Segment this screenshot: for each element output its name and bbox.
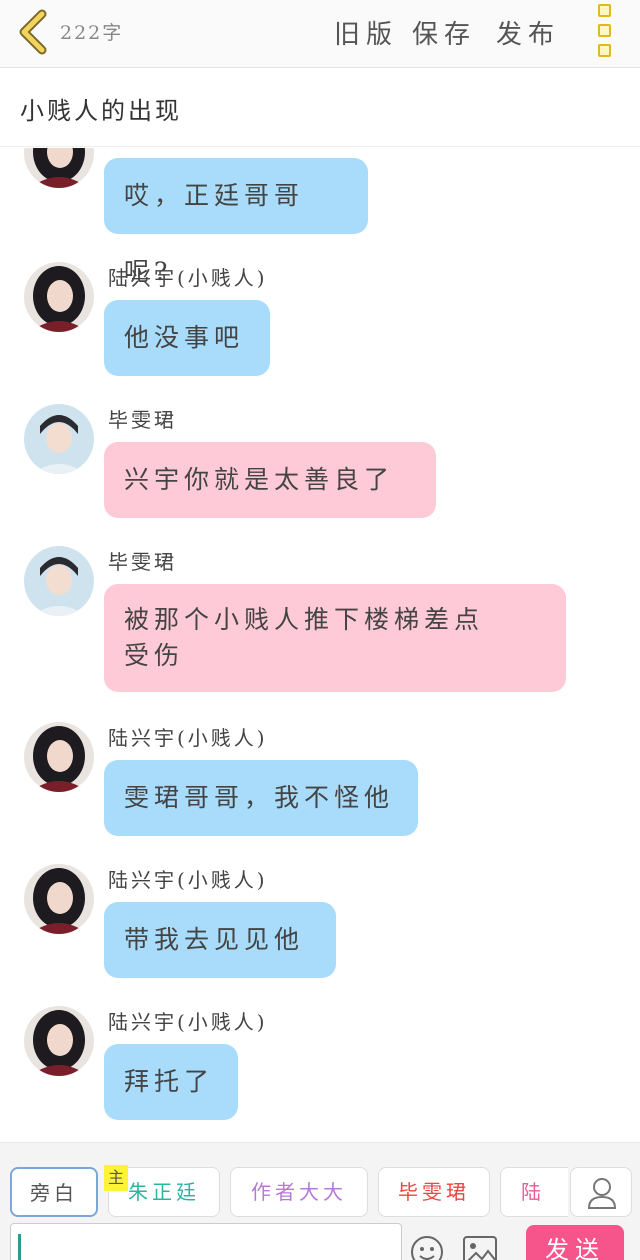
message-bubble[interactable]: 被那个小贱人推下楼梯差点 受伤	[104, 584, 566, 692]
save-button[interactable]: 保存	[412, 14, 476, 51]
publish-button[interactable]: 发布	[496, 14, 560, 51]
avatar-girl[interactable]	[24, 864, 94, 934]
avatar-boy-icon	[24, 546, 94, 616]
message-input[interactable]	[10, 1223, 402, 1260]
role-tab-bi-wenjun[interactable]: 毕雯珺	[378, 1167, 490, 1217]
menu-dot-icon	[598, 44, 611, 57]
avatar-girl-icon	[24, 864, 94, 934]
old-version-button[interactable]: 旧版	[334, 14, 398, 51]
sender-name: 陆兴宇(小贱人)	[108, 868, 268, 892]
avatar-girl-icon	[24, 1006, 94, 1076]
avatar-boy[interactable]	[24, 404, 94, 474]
message-bubble[interactable]: 他没事吧	[104, 300, 270, 376]
role-tab-label: 陆兴	[521, 1180, 545, 1204]
text-caret	[18, 1234, 21, 1260]
more-menu-button[interactable]	[590, 4, 620, 60]
role-tab-label: 旁白	[30, 1181, 78, 1205]
role-tab-narrator[interactable]: 旁白	[10, 1167, 98, 1217]
avatar-girl[interactable]	[24, 262, 94, 332]
chapter-title-bar[interactable]: 小贱人的出现	[0, 69, 640, 147]
message-bubble[interactable]: 兴宇你就是太善良了	[104, 442, 436, 518]
sender-name: 毕雯珺	[108, 408, 177, 432]
message-text: 他没事吧	[124, 323, 245, 352]
message-text: 兴宇你就是太善良了	[124, 465, 395, 494]
message-text-line-1: 被那个小贱人推下楼梯差点	[124, 605, 485, 634]
avatar-girl-icon	[24, 262, 94, 332]
sender-name: 陆兴宇(小贱人)	[108, 266, 268, 290]
manage-roles-button[interactable]	[570, 1167, 632, 1217]
main-role-badge: 主	[104, 1165, 128, 1191]
sender-name: 毕雯珺	[108, 550, 177, 574]
avatar-girl-icon	[24, 722, 94, 792]
avatar-girl[interactable]	[24, 148, 94, 188]
word-count: 222字	[60, 22, 124, 44]
sender-name: 陆兴宇(小贱人)	[108, 1010, 268, 1034]
sender-name: 陆兴宇(小贱人)	[108, 726, 268, 750]
role-tab-lu-xingyu[interactable]: 陆兴	[500, 1167, 568, 1217]
chapter-title[interactable]: 小贱人的出现	[20, 91, 182, 126]
avatar-girl-icon	[24, 148, 94, 188]
message-text: 带我去见见他	[124, 925, 305, 954]
role-tab-label: 作者大大	[251, 1180, 347, 1204]
emoji-button[interactable]	[410, 1235, 444, 1260]
avatar-girl[interactable]	[24, 1006, 94, 1076]
send-button[interactable]: 发送	[526, 1225, 624, 1260]
role-tab-label: 毕雯珺	[398, 1180, 470, 1204]
menu-dot-icon	[598, 4, 611, 17]
avatar-boy[interactable]	[24, 546, 94, 616]
message-text: 拜托了	[124, 1067, 215, 1096]
back-button[interactable]	[14, 8, 54, 56]
chevron-left-icon	[19, 9, 47, 55]
message-bubble[interactable]: 哎，正廷哥哥呢?	[104, 158, 368, 286]
message-bubble[interactable]: 雯珺哥哥，我不怪他	[104, 760, 418, 836]
insert-image-button[interactable]	[462, 1235, 498, 1260]
chat-list[interactable]: 哎，正廷哥哥呢? 陆兴宇(小贱人) 他没事吧 毕雯珺 兴宇你就是太善良了 毕雯珺…	[0, 148, 640, 1142]
message-bubble[interactable]: 拜托了	[104, 1044, 238, 1120]
image-icon	[463, 1236, 497, 1260]
send-button-label: 发送	[545, 1236, 605, 1260]
message-text-line-2: 受伤	[124, 641, 185, 670]
message-text: 雯珺哥哥，我不怪他	[124, 783, 395, 812]
person-icon	[587, 1178, 617, 1209]
message-bubble[interactable]: 带我去见见他	[104, 902, 336, 978]
top-bar: 222字 旧版 保存 发布	[0, 0, 640, 68]
composer-bar: 旁白 朱正廷 主 作者大大 毕雯珺 陆兴	[0, 1142, 640, 1260]
menu-dot-icon	[598, 24, 611, 37]
smiley-icon	[411, 1236, 443, 1260]
avatar-girl[interactable]	[24, 722, 94, 792]
role-tab-author[interactable]: 作者大大	[230, 1167, 368, 1217]
avatar-boy-icon	[24, 404, 94, 474]
role-tab-label: 朱正廷	[128, 1180, 200, 1204]
